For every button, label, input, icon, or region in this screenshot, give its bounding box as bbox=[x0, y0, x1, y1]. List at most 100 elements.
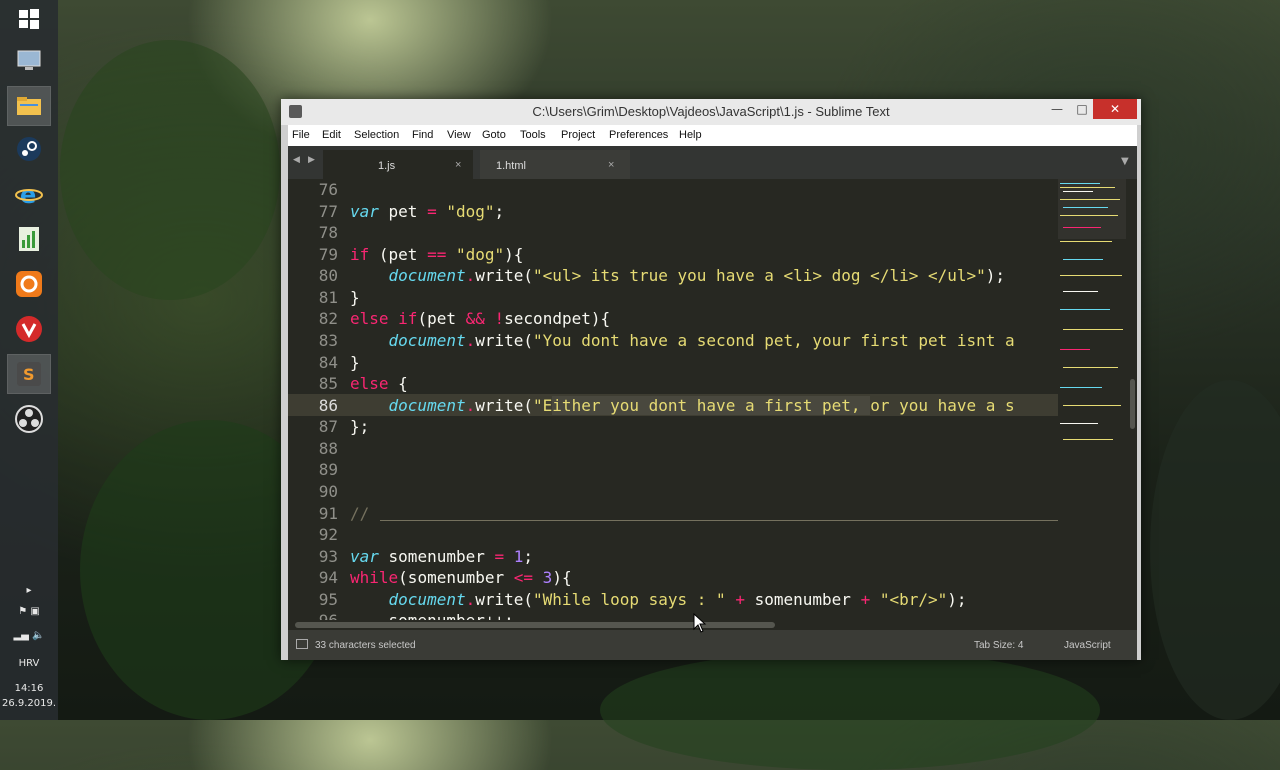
svg-text:e: e bbox=[20, 181, 36, 208]
menu-tools[interactable]: Tools bbox=[520, 129, 546, 141]
background-foliage bbox=[600, 650, 1100, 770]
clock-time[interactable]: 14:16 bbox=[0, 683, 58, 694]
syntax-selector[interactable]: JavaScript bbox=[1064, 640, 1111, 651]
menu-view[interactable]: View bbox=[447, 129, 471, 141]
code-line-80: document.write("<ul> its true you have a… bbox=[350, 266, 1006, 285]
tray-icons[interactable]: ⚑ ▣ bbox=[0, 606, 58, 617]
menu-help[interactable]: Help bbox=[679, 129, 702, 141]
token-identifier: somenumber++; bbox=[389, 611, 514, 620]
tab-dropdown-icon[interactable]: ▼ bbox=[1121, 156, 1129, 167]
hub-app-icon[interactable] bbox=[8, 265, 50, 303]
panel-toggle-icon[interactable] bbox=[296, 639, 308, 649]
code-line-91: // bbox=[350, 504, 369, 523]
token-operator: = bbox=[494, 547, 505, 566]
tab-1-js[interactable]: 1.js × bbox=[323, 150, 473, 179]
network-volume-icons[interactable]: ▂▄ 🔈 bbox=[0, 630, 58, 641]
minimap-line bbox=[1060, 423, 1098, 424]
menu-preferences[interactable]: Preferences bbox=[609, 129, 668, 141]
token-keyword: if bbox=[398, 309, 418, 328]
token-operator: = bbox=[427, 202, 437, 221]
tab-close-icon[interactable]: × bbox=[455, 159, 461, 171]
line-number: 91 bbox=[318, 504, 338, 523]
tab-close-icon[interactable]: × bbox=[608, 159, 614, 171]
menu-goto[interactable]: Goto bbox=[482, 129, 506, 141]
minimap-viewport[interactable] bbox=[1058, 179, 1126, 239]
token-object: document bbox=[388, 266, 466, 285]
token-operator: <= bbox=[513, 568, 534, 587]
menu-file[interactable]: File bbox=[292, 129, 310, 141]
line-number: 93 bbox=[318, 547, 338, 566]
token-dot: . bbox=[465, 331, 476, 350]
token-comment: // bbox=[350, 504, 370, 523]
code-line-87: }; bbox=[350, 417, 370, 436]
windows-start-icon[interactable] bbox=[8, 0, 50, 38]
selected-text[interactable]: ither you dont have a first pet, bbox=[552, 396, 871, 415]
token-string: "dog" bbox=[446, 202, 495, 221]
background-foliage bbox=[1150, 380, 1280, 720]
minimap[interactable] bbox=[1058, 179, 1126, 620]
sublime-text-icon[interactable]: S bbox=[7, 354, 51, 394]
minimap-line bbox=[1063, 439, 1113, 440]
editor-area[interactable]: 76 77 78 79 80 81 82 83 84 85 86 87 88 8… bbox=[288, 179, 1137, 620]
token-punct: ; bbox=[523, 547, 534, 566]
token-string: "While loop says : " bbox=[533, 590, 726, 609]
tab-label: 1.html bbox=[496, 160, 526, 172]
line-number: 88 bbox=[318, 439, 338, 458]
token-operator: ! bbox=[494, 309, 505, 328]
minimap-line bbox=[1060, 183, 1100, 184]
menu-selection[interactable]: Selection bbox=[354, 129, 399, 141]
line-number: 94 bbox=[318, 568, 338, 587]
background-foliage bbox=[60, 40, 280, 300]
internet-explorer-icon[interactable]: e bbox=[8, 175, 50, 213]
minimap-line bbox=[1063, 329, 1123, 330]
minimize-button[interactable]: — bbox=[1045, 99, 1069, 119]
vertical-scrollbar[interactable] bbox=[1130, 379, 1135, 429]
vivaldi-icon[interactable] bbox=[8, 310, 50, 348]
tab-nav-right-icon[interactable]: ▶ bbox=[308, 155, 315, 165]
tab-size-selector[interactable]: Tab Size: 4 bbox=[974, 640, 1023, 651]
obs-icon[interactable] bbox=[8, 400, 50, 438]
token-string: or you have a s bbox=[870, 396, 1015, 415]
minimap-line bbox=[1063, 291, 1098, 292]
token-identifier: (pet bbox=[369, 245, 428, 264]
token-number: 3 bbox=[542, 568, 553, 587]
minimap-line bbox=[1063, 405, 1121, 406]
menu-find[interactable]: Find bbox=[412, 129, 433, 141]
token-function: write( bbox=[475, 331, 534, 350]
minimap-line bbox=[1063, 227, 1101, 228]
token-dot: . bbox=[465, 590, 476, 609]
file-explorer-icon[interactable] bbox=[7, 86, 51, 126]
code-text[interactable]: var pet = "dog"; if (pet == "dog"){ docu… bbox=[350, 179, 1058, 620]
horizontal-scroll-track[interactable] bbox=[288, 620, 1137, 630]
maximize-button[interactable]: □ bbox=[1071, 99, 1093, 119]
line-number: 95 bbox=[318, 590, 338, 609]
minimap-line bbox=[1063, 259, 1103, 260]
clock-date[interactable]: 26.9.2019. bbox=[0, 698, 58, 709]
language-indicator[interactable]: HRV bbox=[0, 658, 58, 669]
sheet-app-icon[interactable] bbox=[8, 220, 50, 258]
token-string: "E bbox=[533, 396, 553, 415]
line-number: 90 bbox=[318, 482, 338, 501]
token-operator: && bbox=[465, 309, 485, 328]
steam-icon[interactable] bbox=[8, 130, 50, 168]
menu-project[interactable]: Project bbox=[561, 129, 595, 141]
line-number: 86 bbox=[318, 396, 338, 415]
token-dot: . bbox=[465, 266, 476, 285]
line-number: 76 bbox=[318, 180, 338, 199]
tab-1-html[interactable]: 1.html × bbox=[480, 150, 630, 179]
monitor-icon[interactable] bbox=[8, 42, 50, 80]
tab-nav-left-icon[interactable]: ◀ bbox=[293, 155, 300, 165]
status-bar: 33 characters selected Tab Size: 4 JavaS… bbox=[288, 630, 1137, 660]
tray-expand-icon[interactable]: ▸ bbox=[0, 585, 58, 596]
line-number: 77 bbox=[318, 202, 338, 221]
token-dot: . bbox=[465, 396, 476, 415]
menu-edit[interactable]: Edit bbox=[322, 129, 341, 141]
title-bar[interactable]: C:\Users\Grim\Desktop\Vajdeos\JavaScript… bbox=[281, 99, 1141, 125]
close-button[interactable]: ✕ bbox=[1093, 99, 1137, 119]
window-title: C:\Users\Grim\Desktop\Vajdeos\JavaScript… bbox=[532, 104, 890, 119]
minimap-line bbox=[1060, 215, 1118, 216]
token-object: document bbox=[388, 331, 466, 350]
